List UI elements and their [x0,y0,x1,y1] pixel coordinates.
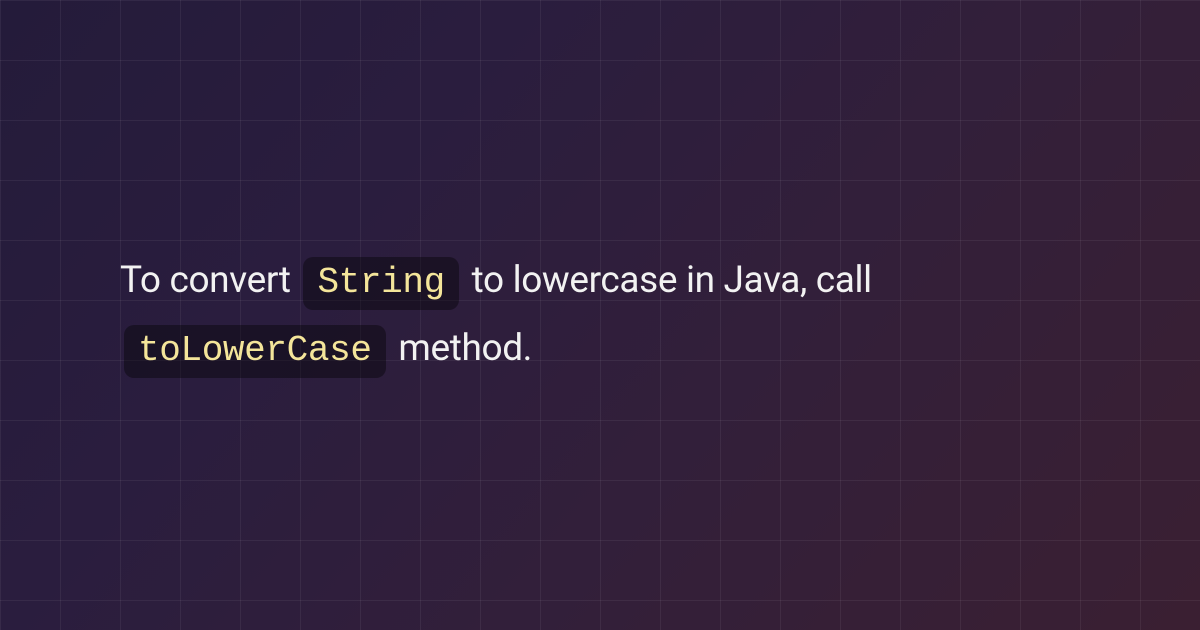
code-snippet-string: String [303,257,458,310]
text-segment-2: to lowercase in Java, call [463,259,872,302]
text-segment-3: method. [390,327,533,370]
text-segment-1: To convert [120,259,299,302]
code-snippet-tolowercase: toLowerCase [124,325,386,378]
description-text: To convert String to lowercase in Java, … [120,247,1080,384]
content-area: To convert String to lowercase in Java, … [0,0,1200,630]
